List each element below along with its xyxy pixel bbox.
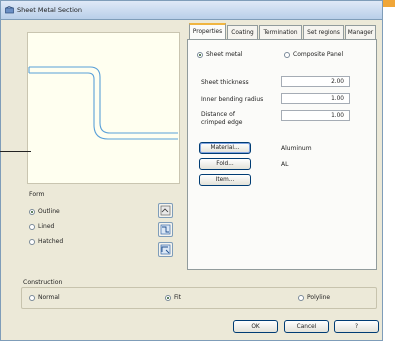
material-value: Aluminum	[281, 145, 312, 152]
form-group-title: Form	[29, 191, 45, 198]
tab-properties[interactable]: Properties	[189, 23, 226, 39]
window-title: Sheet Metal Section	[17, 6, 83, 14]
edit-profile-icon	[160, 224, 171, 235]
sheet-metal-radio[interactable]	[197, 52, 203, 58]
tab-manager[interactable]: Manager	[345, 25, 376, 39]
fold-value: AL	[281, 161, 289, 168]
form-lined-label: Lined	[38, 223, 55, 230]
item-button[interactable]: Item...	[199, 174, 251, 186]
construction-fit-radio[interactable]	[165, 295, 171, 301]
edit-profile-button[interactable]	[158, 222, 173, 237]
composite-panel-label: Composite Panel	[293, 51, 344, 58]
insert-profile-button[interactable]	[158, 242, 173, 257]
profile-preview	[27, 32, 180, 184]
form-outline-radio[interactable]	[29, 209, 35, 215]
help-button[interactable]: ?	[334, 320, 379, 333]
construction-polyline-radio[interactable]	[298, 295, 304, 301]
ok-button[interactable]: OK	[233, 320, 278, 333]
select-icon	[160, 205, 171, 216]
sheet-thickness-label: Sheet thickness	[201, 79, 249, 86]
construction-normal-radio[interactable]	[29, 295, 35, 301]
tab-termination[interactable]: Termination	[259, 25, 302, 39]
tab-set-regions[interactable]: Set regions	[303, 25, 344, 39]
sheet-thickness-field[interactable]: 2.00	[281, 76, 350, 87]
insert-profile-icon	[160, 244, 171, 255]
construction-normal-label: Normal	[38, 294, 60, 301]
construction-fit-label: Fit	[174, 294, 182, 301]
tab-coating[interactable]: Coating	[227, 25, 258, 39]
title-bar[interactable]: Sheet Metal Section	[0, 0, 383, 20]
fold-button[interactable]: Fold...	[199, 158, 251, 170]
properties-panel	[187, 39, 377, 270]
corner-accent	[383, 0, 395, 7]
form-hatched-radio[interactable]	[29, 239, 35, 245]
select-profile-button[interactable]	[158, 203, 173, 218]
sheet-metal-icon	[5, 6, 14, 14]
external-line	[0, 151, 31, 152]
construction-polyline-label: Polyline	[307, 294, 331, 301]
construction-group-title: Construction	[23, 279, 63, 286]
material-button[interactable]: Material...	[199, 142, 251, 154]
profile-drawing	[28, 66, 178, 140]
crimped-edge-field[interactable]: 1.00	[281, 110, 350, 121]
cancel-button[interactable]: Cancel	[284, 320, 329, 333]
form-hatched-label: Hatched	[38, 238, 64, 245]
composite-panel-radio[interactable]	[284, 52, 290, 58]
inner-bending-radius-label: Inner bending radius	[201, 96, 264, 103]
inner-bending-radius-field[interactable]: 1.00	[281, 93, 350, 104]
sheet-metal-label: Sheet metal	[206, 51, 243, 58]
crimped-edge-label: Distance of crimped edge	[201, 111, 243, 126]
form-lined-radio[interactable]	[29, 224, 35, 230]
form-outline-label: Outline	[38, 208, 60, 215]
